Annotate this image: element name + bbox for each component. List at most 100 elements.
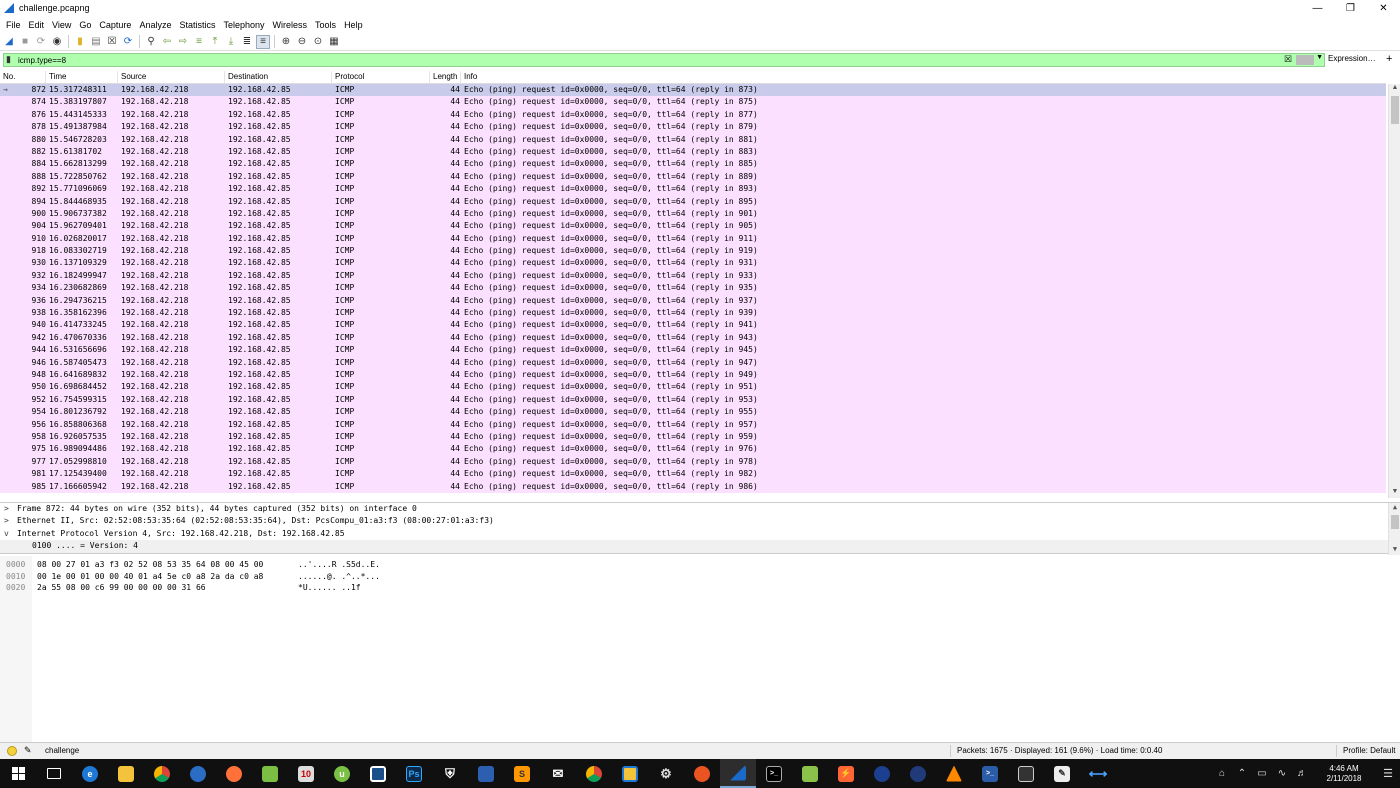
- menu-analyze[interactable]: Analyze: [135, 20, 175, 30]
- chevron-up-icon[interactable]: ⌃: [1232, 768, 1252, 779]
- capture-comment-icon[interactable]: ✎: [24, 745, 32, 756]
- menu-wireless[interactable]: Wireless: [269, 20, 312, 30]
- scroll-thumb[interactable]: [1391, 515, 1399, 529]
- restart-capture-icon[interactable]: ⟳: [34, 35, 48, 49]
- packet-row[interactable]: 942 16.470670336 192.168.42.218 192.168.42.…: [0, 331, 1386, 345]
- menu-help[interactable]: Help: [340, 20, 367, 30]
- scroll-up-icon[interactable]: ▲: [1389, 503, 1400, 513]
- bytes-row[interactable]: 0020 2a 55 08 00 c6 99 00 00 00 00 31 66 *…: [0, 582, 1400, 594]
- menu-statistics[interactable]: Statistics: [175, 20, 219, 30]
- wifi-icon[interactable]: ∿: [1272, 768, 1292, 779]
- go-to-packet-icon[interactable]: ≡: [192, 35, 206, 49]
- taskbar-settings[interactable]: ⚙: [648, 759, 684, 788]
- bytes-row[interactable]: 0000 08 00 27 01 a3 f3 02 52 08 53 35 64 …: [0, 559, 1400, 571]
- taskbar-chrome[interactable]: [144, 759, 180, 788]
- taskbar-teamviewer[interactable]: ⟷: [1080, 759, 1116, 788]
- clear-filter-icon[interactable]: ☒: [1284, 54, 1294, 66]
- column-protocol[interactable]: Protocol: [332, 71, 430, 83]
- packet-row[interactable]: 894 15.844468935 192.168.42.218 192.168.42.…: [0, 195, 1386, 208]
- packet-row[interactable]: 981 17.125439400 192.168.42.218 192.168.42.…: [0, 468, 1386, 481]
- packet-row[interactable]: 975 16.989094486 192.168.42.218 192.168.42.…: [0, 443, 1386, 456]
- scroll-thumb[interactable]: [1391, 96, 1399, 124]
- menu-tools[interactable]: Tools: [311, 20, 340, 30]
- clock[interactable]: 4:46 AM 2/11/2018: [1312, 764, 1376, 784]
- packet-row[interactable]: 958 16.926057535 192.168.42.218 192.168.42.…: [0, 430, 1386, 444]
- packet-row[interactable]: 880 15.546728203 192.168.42.218 192.168.42.…: [0, 133, 1386, 146]
- start-button[interactable]: [0, 759, 36, 788]
- packet-row[interactable]: 932 16.182499947 192.168.42.218 192.168.42.…: [0, 269, 1386, 283]
- detail-row-ipv4[interactable]: v Internet Protocol Version 4, Src: 192.1…: [0, 528, 1400, 540]
- taskbar-chrome-2[interactable]: [576, 759, 612, 788]
- packet-row[interactable]: 946 16.587405473 192.168.42.218 192.168.42.…: [0, 356, 1386, 369]
- taskbar-notepadpp[interactable]: [252, 759, 288, 788]
- column-destination[interactable]: Destination: [225, 71, 332, 83]
- menu-edit[interactable]: Edit: [25, 20, 49, 30]
- taskbar-thunderbird[interactable]: [180, 759, 216, 788]
- taskbar-photoshop[interactable]: Ps: [396, 759, 432, 788]
- notification-icon[interactable]: ☰: [1376, 767, 1400, 780]
- menu-go[interactable]: Go: [75, 20, 95, 30]
- taskbar-firefox[interactable]: [216, 759, 252, 788]
- volume-icon[interactable]: ♬: [1292, 768, 1312, 779]
- taskbar-folder[interactable]: [612, 759, 648, 788]
- detail-row-version[interactable]: 0100 .... = Version: 4: [0, 540, 1400, 553]
- packet-row[interactable]: 940 16.414733245 192.168.42.218 192.168.42.…: [0, 319, 1386, 332]
- scroll-up-icon[interactable]: ▲: [1389, 84, 1400, 94]
- detail-row-frame[interactable]: > Frame 872: 44 bytes on wire (352 bits),…: [0, 503, 1400, 515]
- taskbar-ubuntu[interactable]: [684, 759, 720, 788]
- scroll-down-icon[interactable]: ▼: [1389, 545, 1400, 555]
- packet-row[interactable]: 904 15.962709401 192.168.42.218 192.168.42.…: [0, 220, 1386, 233]
- taskbar-tool[interactable]: [1008, 759, 1044, 788]
- expand-chevron-icon[interactable]: >: [4, 503, 9, 515]
- taskbar-vpn[interactable]: [864, 759, 900, 788]
- taskbar-utorrent[interactable]: u: [324, 759, 360, 788]
- go-forward-icon[interactable]: ⇨: [176, 35, 190, 49]
- autoscroll-icon[interactable]: ≣: [240, 35, 254, 49]
- bookmark-icon[interactable]: ▮: [6, 54, 16, 66]
- packet-row[interactable]: 977 17.052998810 192.168.42.218 192.168.42.…: [0, 455, 1386, 469]
- packet-row[interactable]: 952 16.754599315 192.168.42.218 192.168.42.…: [0, 393, 1386, 407]
- close-file-icon[interactable]: ☒: [105, 35, 119, 49]
- packet-row[interactable]: 934 16.230682869 192.168.42.218 192.168.42.…: [0, 282, 1386, 295]
- packet-row[interactable]: 878 15.491387984 192.168.42.218 192.168.42.…: [0, 121, 1386, 134]
- maximize-button[interactable]: ❐: [1334, 0, 1367, 16]
- resize-columns-icon[interactable]: ▦: [327, 35, 341, 49]
- close-button[interactable]: ✕: [1367, 0, 1400, 16]
- taskbar-vlc[interactable]: [936, 759, 972, 788]
- packet-row[interactable]: 950 16.698684452 192.168.42.218 192.168.42.…: [0, 381, 1386, 394]
- packet-row[interactable]: 892 15.771096069 192.168.42.218 192.168.42.…: [0, 183, 1386, 196]
- column-time[interactable]: Time: [46, 71, 118, 83]
- taskbar-edge[interactable]: e: [72, 759, 108, 788]
- taskbar-notepad[interactable]: [792, 759, 828, 788]
- taskbar-sublime[interactable]: S: [504, 759, 540, 788]
- taskbar-shield[interactable]: ⛨: [432, 759, 468, 788]
- packet-row[interactable]: 936 16.294736215 192.168.42.218 192.168.42.…: [0, 294, 1386, 308]
- apply-filter-button[interactable]: [1296, 55, 1314, 65]
- minimize-button[interactable]: —: [1301, 0, 1334, 16]
- open-file-icon[interactable]: ▮: [73, 35, 87, 49]
- packet-row[interactable]: 900 15.906737382 192.168.42.218 192.168.42.…: [0, 207, 1386, 221]
- packet-row[interactable]: 938 16.358162396 192.168.42.218 192.168.42.…: [0, 307, 1386, 320]
- taskbar-app[interactable]: [360, 759, 396, 788]
- packet-row[interactable]: 876 15.443145333 192.168.42.218 192.168.42.…: [0, 108, 1386, 122]
- packet-row[interactable]: 910 16.026820017 192.168.42.218 192.168.42.…: [0, 232, 1386, 246]
- colorize-icon[interactable]: ≡: [256, 34, 270, 49]
- go-last-icon[interactable]: ⤓: [224, 35, 238, 49]
- stop-capture-icon[interactable]: ■: [18, 35, 32, 49]
- collapse-chevron-icon[interactable]: v: [4, 528, 9, 540]
- zoom-out-icon[interactable]: ⊖: [295, 35, 309, 49]
- normal-size-icon[interactable]: ⊙: [311, 35, 325, 49]
- find-packet-icon[interactable]: ⚲: [144, 35, 158, 49]
- packet-list-scrollbar[interactable]: ▲ ▼: [1388, 84, 1400, 498]
- taskbar-globe[interactable]: [900, 759, 936, 788]
- filter-history-chevron-down-icon[interactable]: ▼: [1316, 54, 1323, 61]
- reload-file-icon[interactable]: ⟳: [121, 35, 135, 49]
- menu-telephony[interactable]: Telephony: [219, 20, 268, 30]
- taskbar-burp[interactable]: ⚡: [828, 759, 864, 788]
- go-back-icon[interactable]: ⇦: [160, 35, 174, 49]
- details-scrollbar[interactable]: ▲ ▼: [1388, 503, 1400, 555]
- menu-file[interactable]: File: [2, 20, 25, 30]
- bytes-row[interactable]: 0010 00 1e 00 01 00 00 40 01 a4 5e c0 a8 …: [0, 571, 1400, 583]
- battery-icon[interactable]: ▭: [1252, 768, 1272, 779]
- zoom-in-icon[interactable]: ⊕: [279, 35, 293, 49]
